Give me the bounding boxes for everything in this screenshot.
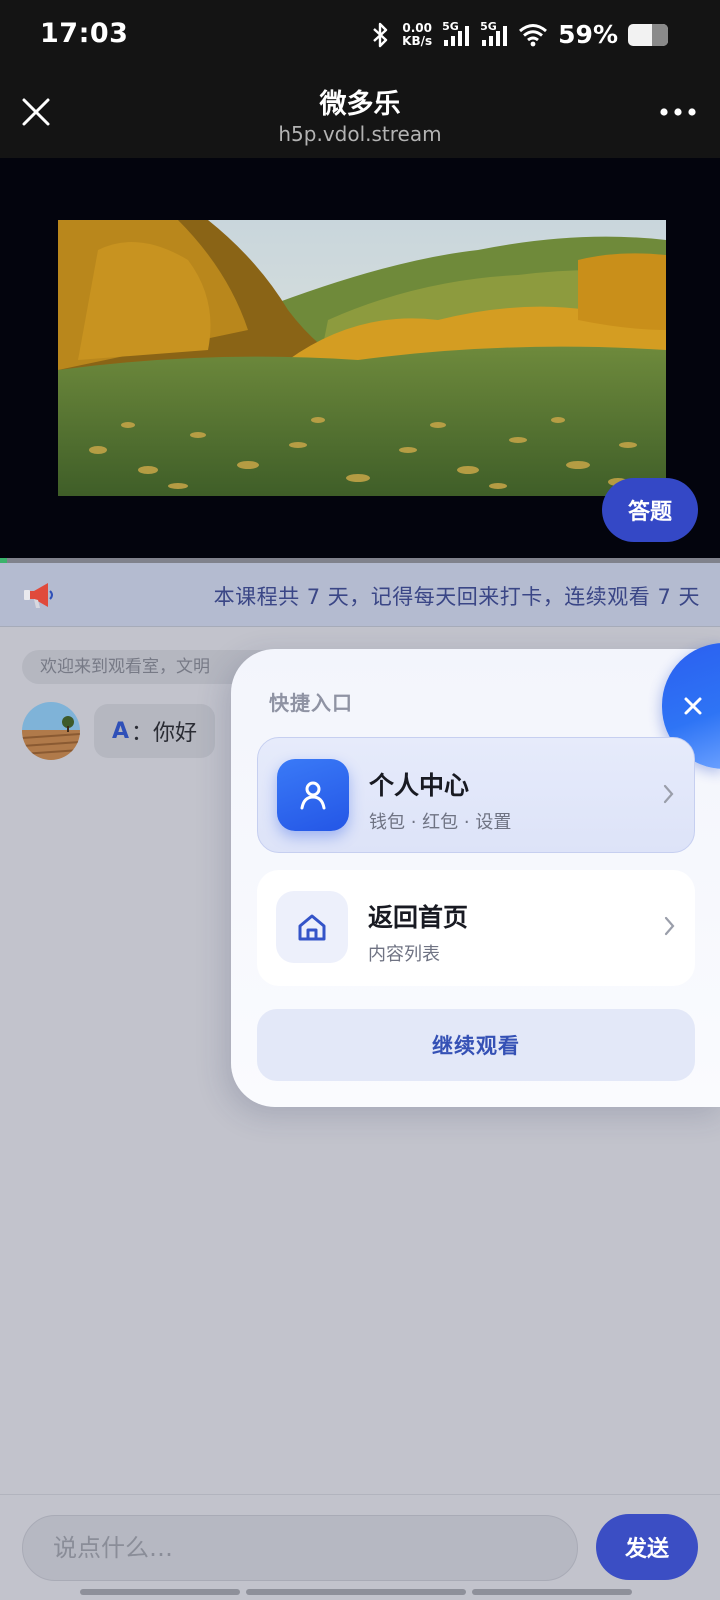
signal-icon: 5G (442, 19, 470, 48)
send-button[interactable]: 发送 (596, 1514, 698, 1580)
chevron-right-icon (663, 784, 674, 804)
net-speed-value: 0.00 (402, 20, 432, 35)
signal-tag: 5G (480, 19, 497, 33)
card-title: 个人中心 (369, 771, 470, 800)
wifi-icon (518, 23, 548, 47)
title-bar: 微多乐 h5p.vdol.stream (0, 76, 720, 158)
net-speed: 0.00 KB/s (402, 20, 433, 48)
card-title: 返回首页 (368, 903, 469, 932)
video-player[interactable]: 答题 (0, 158, 720, 558)
video-landscape-image (58, 220, 666, 496)
chevron-right-icon (664, 916, 675, 936)
signal-icon: 5G (480, 19, 508, 48)
chat-message-sender: A (112, 718, 130, 744)
chat-input[interactable]: 说点什么… (22, 1515, 578, 1581)
card-subtitle: 钱包 · 红包 · 设置 (369, 812, 512, 833)
chat-message-text: 你好 (153, 721, 198, 746)
notice-text: 本课程共 7 天，记得每天回来打卡，连续观看 7 天 (213, 585, 700, 609)
video-frame[interactable] (58, 220, 666, 496)
chat-message-separator: ： (131, 721, 154, 746)
chat-input-bar: 说点什么… 发送 (0, 1494, 720, 1600)
continue-watching-button[interactable]: 继续观看 (257, 1009, 695, 1081)
page-url: h5p.vdol.stream (278, 122, 442, 146)
battery-icon (628, 23, 668, 46)
chat-message: A：你好 (94, 704, 216, 758)
notice-bar: 本课程共 7 天，记得每天回来打卡，连续观看 7 天 (0, 563, 720, 627)
more-button[interactable] (658, 102, 698, 122)
status-time: 17:03 (40, 18, 129, 49)
home-indicator (80, 1589, 632, 1595)
battery-percent: 59% (558, 20, 618, 49)
user-icon (277, 759, 349, 831)
quick-entry-panel: 快捷入口 个人中心 钱包 · 红包 · 设置 返回首页 内容列表 继续观看 (231, 643, 720, 1107)
net-speed-unit: KB/s (402, 33, 433, 48)
bluetooth-icon (370, 22, 392, 48)
answer-button[interactable]: 答题 (602, 478, 698, 542)
home-icon (276, 891, 348, 963)
avatar[interactable] (22, 702, 80, 760)
return-home-card[interactable]: 返回首页 内容列表 (257, 870, 695, 986)
personal-center-card[interactable]: 个人中心 钱包 · 红包 · 设置 (257, 737, 695, 853)
page-title: 微多乐 (319, 89, 401, 120)
close-icon (684, 697, 702, 715)
panel-title: 快捷入口 (269, 691, 353, 715)
megaphone-icon (22, 579, 56, 611)
more-icon (660, 108, 696, 116)
card-subtitle: 内容列表 (368, 944, 440, 965)
status-bar: 17:03 0.00 KB/s 5G 5G 59% (0, 0, 720, 76)
signal-tag: 5G (442, 19, 459, 33)
status-icons: 0.00 KB/s 5G 5G 59% (370, 20, 668, 49)
